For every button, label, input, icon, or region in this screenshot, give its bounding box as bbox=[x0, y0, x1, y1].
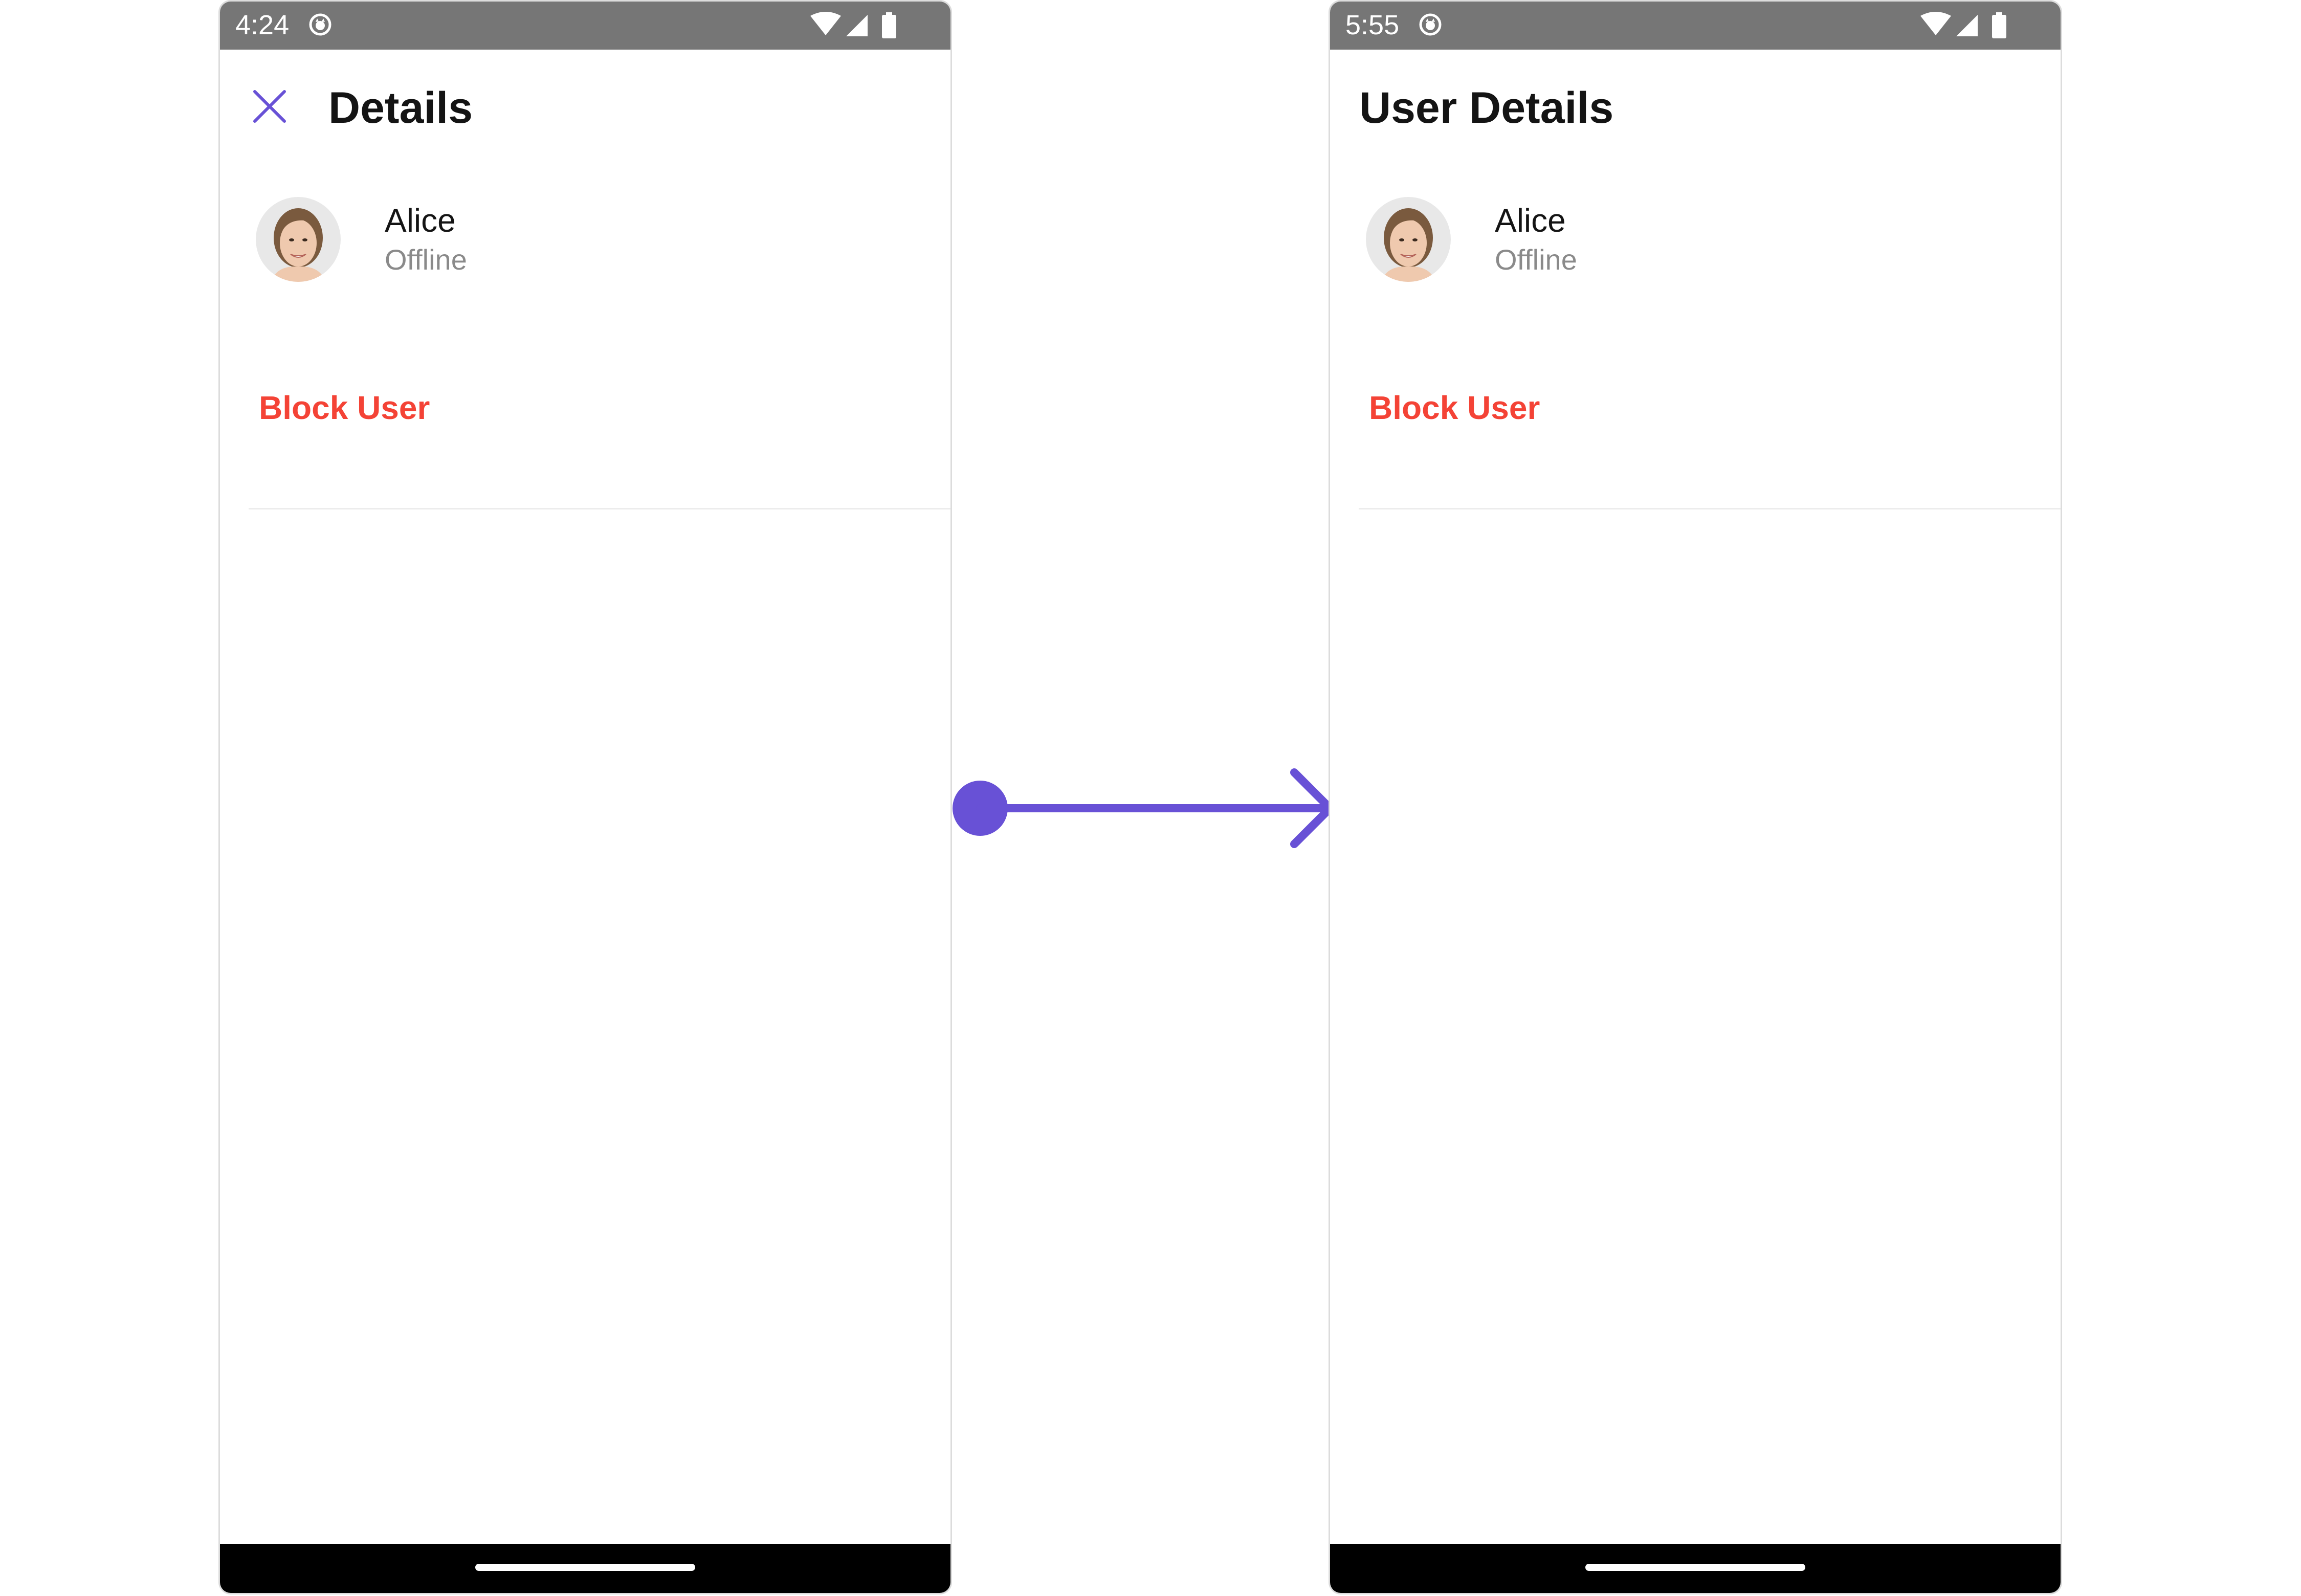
status-time: 4:24 bbox=[235, 10, 290, 40]
battery-icon bbox=[1992, 15, 2006, 38]
battery-icon bbox=[882, 15, 896, 38]
avatar bbox=[256, 197, 341, 282]
signal-icon bbox=[1956, 15, 1978, 36]
notification-icon bbox=[309, 13, 331, 36]
navigation-bar bbox=[220, 1544, 950, 1593]
page-title: User Details bbox=[1359, 83, 1614, 132]
notification-icon bbox=[1419, 13, 1442, 36]
user-name: Alice bbox=[1495, 202, 1566, 239]
block-user-button[interactable]: Block User bbox=[1369, 388, 1540, 427]
user-status: Offline bbox=[1495, 243, 1577, 276]
comparison-canvas: 4:24 Details Alice Offline Block User 5:… bbox=[0, 0, 2301, 1596]
signal-icon bbox=[846, 15, 868, 36]
user-list-item[interactable]: Alice Offline bbox=[1366, 197, 1673, 284]
user-status: Offline bbox=[385, 243, 467, 276]
divider bbox=[1359, 508, 2061, 509]
navigation-bar bbox=[1330, 1544, 2061, 1593]
user-name: Alice bbox=[385, 202, 456, 239]
wifi-icon bbox=[1920, 12, 1951, 35]
home-indicator[interactable] bbox=[475, 1564, 695, 1571]
status-bar: 4:24 bbox=[220, 2, 950, 50]
page-title: Details bbox=[328, 83, 473, 132]
status-time: 5:55 bbox=[1345, 10, 1400, 40]
home-indicator[interactable] bbox=[1585, 1564, 1805, 1571]
phone-screen-after: 5:55 User Details Alice Offline Block Us… bbox=[1329, 0, 2062, 1594]
wifi-icon bbox=[810, 12, 841, 35]
arrow-right-icon bbox=[953, 768, 1334, 848]
divider bbox=[249, 508, 950, 509]
status-icons bbox=[810, 12, 896, 38]
phone-screen-before: 4:24 Details Alice Offline Block User bbox=[218, 0, 952, 1594]
status-icons bbox=[1920, 12, 2006, 38]
user-list-item[interactable]: Alice Offline bbox=[256, 197, 563, 284]
avatar bbox=[1366, 197, 1451, 282]
block-user-button[interactable]: Block User bbox=[259, 388, 430, 427]
close-icon[interactable] bbox=[251, 87, 289, 125]
status-bar: 5:55 bbox=[1330, 2, 2061, 50]
